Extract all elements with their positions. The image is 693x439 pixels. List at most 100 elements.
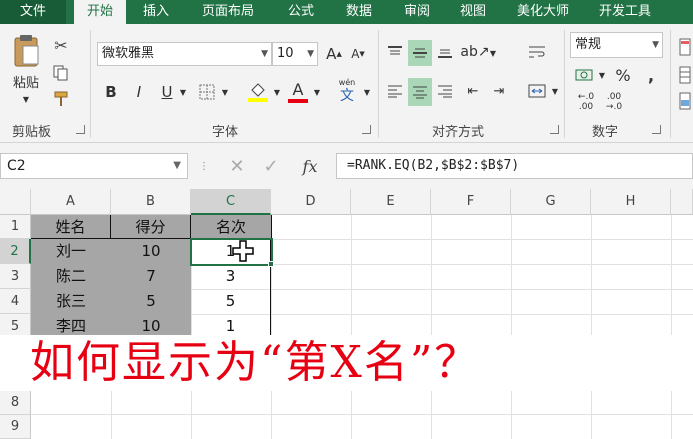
phonetic-guide-icon[interactable]: wén 文 [334,76,360,106]
chevron-down-icon: ▼ [307,49,314,59]
table-cell-score[interactable]: 5 [111,289,191,314]
fill-color-dropdown-icon[interactable]: ▼ [272,84,282,100]
align-left-icon[interactable] [384,78,406,104]
column-header-c[interactable]: C [191,189,271,215]
column-header-a[interactable]: A [31,189,111,215]
row-header-4[interactable]: 4 [0,289,31,314]
clipboard-launcher-icon[interactable] [76,125,85,134]
cell-styles-icon[interactable] [678,90,692,112]
align-top-icon[interactable] [384,40,406,64]
cancel-icon[interactable]: ✕ [224,153,250,179]
column-header-b[interactable]: B [111,189,191,215]
column-header-f[interactable]: F [431,189,511,215]
table-cell-score[interactable]: 10 [111,239,191,264]
cursor-cross-icon [232,240,254,262]
row-header-9[interactable]: 9 [0,415,31,439]
column-header-e[interactable]: E [351,189,431,215]
borders-icon[interactable] [196,80,218,104]
paste-button[interactable]: 粘贴 [6,32,46,92]
font-color-dropdown-icon[interactable]: ▼ [312,84,322,100]
table-header-name[interactable]: 姓名 [31,215,111,239]
decrease-decimal-icon[interactable]: .00 →.0 [602,90,626,114]
tab-file[interactable]: 文件 [0,0,66,24]
orientation-icon[interactable]: ab↗ [460,40,489,64]
row-header-1[interactable]: 1 [0,215,31,239]
paste-dropdown-arrow-icon[interactable]: ▼ [20,94,32,104]
enter-icon[interactable]: ✓ [258,153,284,179]
wrap-text-icon[interactable] [524,40,550,64]
orientation-dropdown-icon[interactable]: ▼ [488,46,498,60]
fill-handle[interactable] [268,261,274,267]
align-middle-icon[interactable] [408,40,432,66]
select-all-corner[interactable] [0,189,31,215]
align-center-icon[interactable] [408,78,432,106]
italic-button[interactable]: I [128,80,150,104]
font-color-icon[interactable]: A [286,78,310,106]
decrease-font-size-icon[interactable]: A ▼ [348,42,368,66]
name-box[interactable]: C2 ▼ [0,153,188,179]
row-header-3[interactable]: 3 [0,264,31,289]
fill-color-icon[interactable] [246,78,270,106]
conditional-format-icon[interactable] [678,36,692,58]
cut-icon[interactable]: ✂ [50,34,72,56]
row-header-2[interactable]: 2 [0,239,31,264]
increase-indent-icon[interactable]: ⇥ [488,78,510,104]
alignment-launcher-icon[interactable] [550,125,559,134]
table-header-score[interactable]: 得分 [111,215,191,239]
tab-developer[interactable]: 开发工具 [590,0,660,24]
tab-data[interactable]: 数据 [334,0,384,24]
paste-label: 粘贴 [12,75,39,91]
column-header-h[interactable]: H [591,189,671,215]
tab-review[interactable]: 审阅 [392,0,442,24]
table-cell-score[interactable]: 10 [111,314,191,335]
tab-insert[interactable]: 插入 [130,0,182,24]
table-cell-score[interactable]: 7 [111,264,191,289]
tab-beautify-master[interactable]: 美化大师 [508,0,578,24]
tab-formulas[interactable]: 公式 [276,0,326,24]
comma-style-icon[interactable]: , [640,64,662,86]
table-cell-name[interactable]: 刘一 [31,239,111,264]
table-cell-name[interactable]: 李四 [31,314,111,335]
format-table-icon[interactable] [678,64,692,86]
increase-decimal-icon[interactable]: ←.0.00 [574,90,598,114]
decrease-indent-icon[interactable]: ⇤ [462,78,484,104]
table-header-rank[interactable]: 名次 [191,215,272,239]
font-size-combo[interactable]: 10 ▼ [272,42,318,66]
font-group-label: 字体 [212,125,239,140]
underline-dropdown-icon[interactable]: ▼ [178,84,188,100]
increase-font-size-icon[interactable]: A ▲ [324,42,344,66]
merge-dropdown-icon[interactable]: ▼ [550,84,560,98]
name-box-value: C2 [7,158,26,174]
table-cell-rank[interactable]: 5 [191,289,271,314]
align-right-icon[interactable] [434,78,456,104]
percent-style-icon[interactable]: % [612,64,634,86]
bold-button[interactable]: B [100,80,122,104]
tab-home[interactable]: 开始 [74,0,126,24]
column-header-d[interactable]: D [271,189,351,215]
merge-center-icon[interactable] [524,78,550,104]
gridline [591,215,592,439]
borders-dropdown-icon[interactable]: ▼ [220,84,230,100]
number-format-combo[interactable]: 常规 ▼ [570,32,663,58]
currency-format-icon[interactable] [572,64,596,86]
number-launcher-icon[interactable] [652,125,661,134]
copy-icon[interactable] [50,62,72,84]
underline-button[interactable]: U [156,80,178,104]
tab-page-layout[interactable]: 页面布局 [188,0,268,24]
table-cell-name[interactable]: 张三 [31,289,111,314]
font-launcher-icon[interactable] [362,125,371,134]
insert-function-icon[interactable]: fx [296,153,324,179]
format-painter-icon[interactable] [50,88,72,110]
column-header-next[interactable] [671,189,693,215]
currency-dropdown-icon[interactable]: ▼ [597,68,607,82]
tab-view[interactable]: 视图 [450,0,496,24]
table-cell-name[interactable]: 陈二 [31,264,111,289]
font-family-combo[interactable]: 微软雅黑 ▼ [97,42,272,66]
row-header-8[interactable]: 8 [0,391,31,415]
align-bottom-icon[interactable] [434,40,456,64]
column-header-g[interactable]: G [511,189,591,215]
phonetic-dropdown-icon[interactable]: ▼ [362,84,372,100]
table-cell-rank[interactable]: 1 [191,314,271,335]
table-cell-rank[interactable]: 3 [191,264,271,289]
formula-input[interactable]: =RANK.EQ(B2,$B$2:$B$7) [336,153,693,179]
